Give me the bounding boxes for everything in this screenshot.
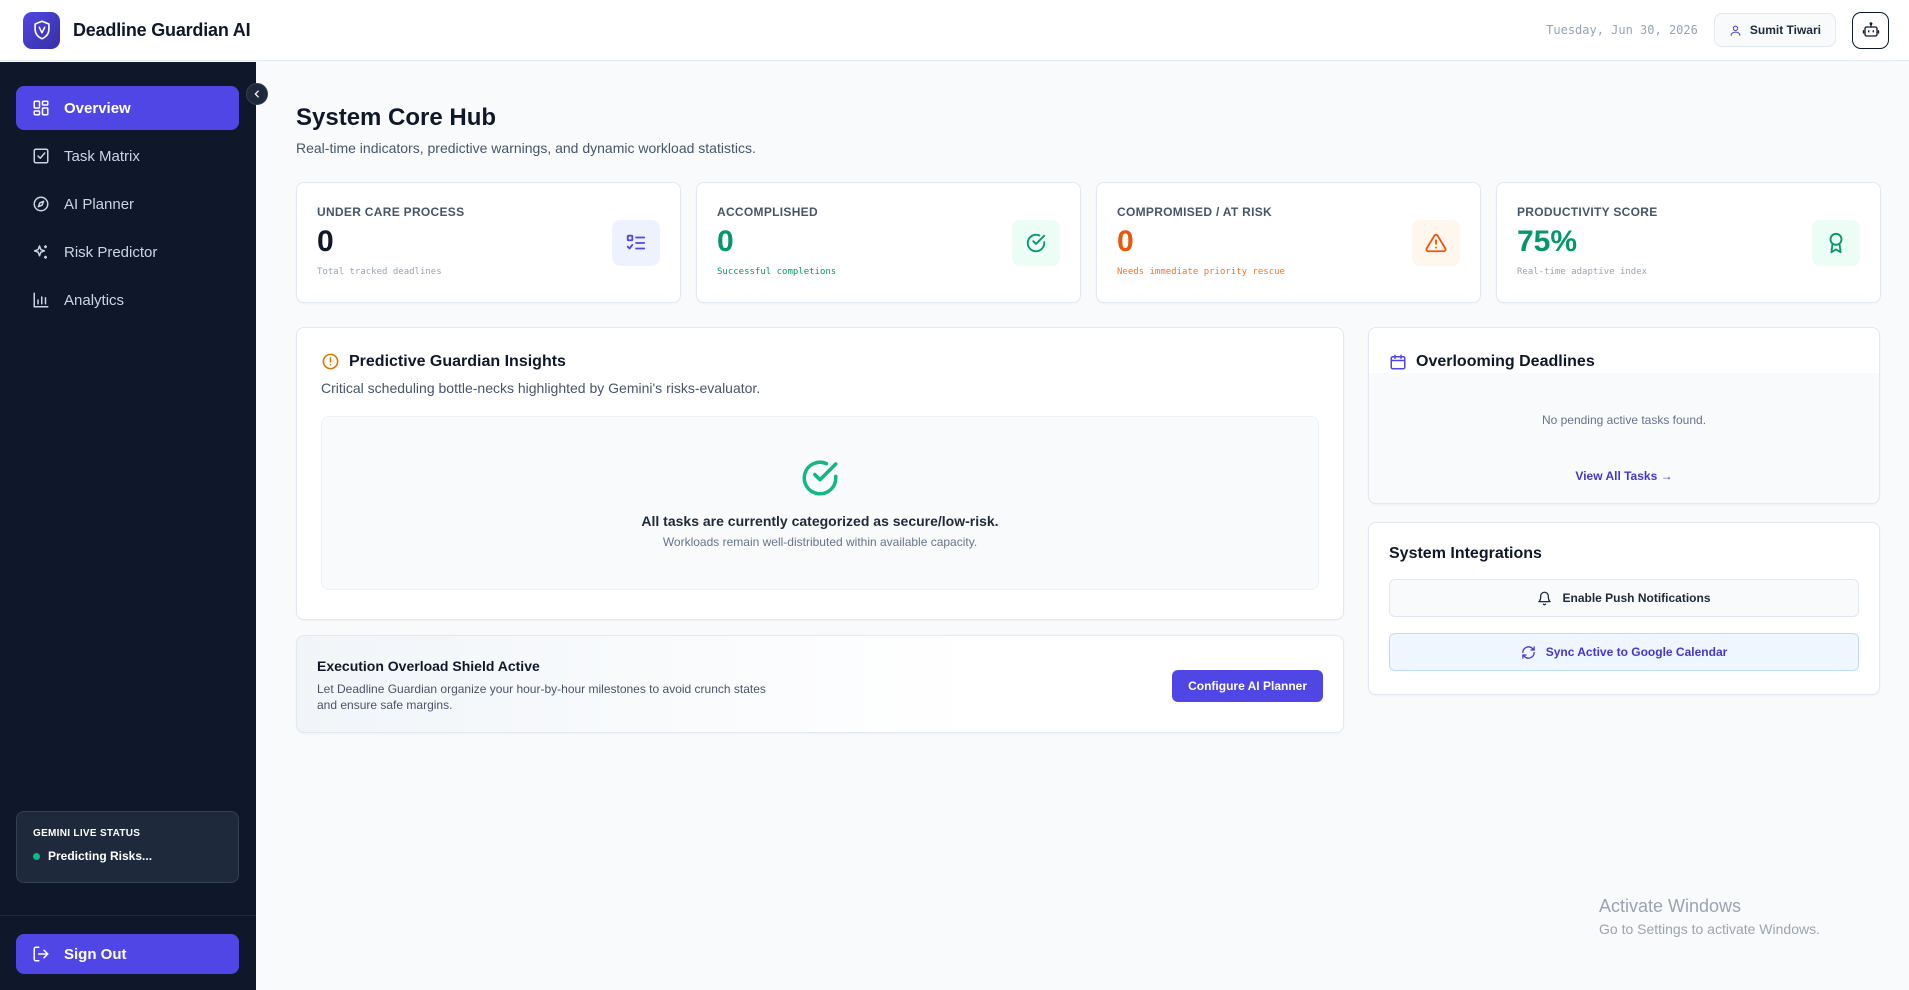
award-icon (1812, 220, 1860, 266)
overload-shield-banner: Execution Overload Shield Active Let Dea… (296, 635, 1344, 733)
stat-label: ACCOMPLISHED (717, 205, 818, 219)
status-title: GEMINI LIVE STATUS (33, 828, 141, 839)
stat-card-at-risk: COMPROMISED / AT RISK 0 Needs immediate … (1096, 182, 1481, 303)
sidebar-collapse-button[interactable] (246, 83, 268, 105)
stat-label: COMPROMISED / AT RISK (1117, 205, 1272, 219)
compass-icon (33, 196, 49, 212)
watermark-title: Activate Windows (1599, 896, 1742, 916)
status-dot-icon (33, 852, 40, 860)
user-menu-button[interactable]: Sumit Tiwari (1713, 13, 1836, 47)
ai-assistant-button[interactable] (1852, 11, 1889, 49)
sidebar-item-task-matrix[interactable]: Task Matrix (16, 134, 239, 178)
grid-icon (33, 100, 49, 116)
sidebar-nav: Overview Task Matrix AI Planner Risk Pre… (16, 86, 239, 326)
stat-card-productivity: PRODUCTIVITY SCORE 75% Real-time adaptiv… (1496, 182, 1881, 303)
view-all-tasks-link[interactable]: View All Tasks → (1369, 469, 1879, 483)
activate-windows-watermark: Activate Windows Go to Settings to activ… (1599, 896, 1820, 937)
stat-note: Real-time adaptive index (1517, 267, 1648, 277)
sidebar-item-analytics[interactable]: Analytics (16, 278, 239, 322)
stat-value: 0 (1117, 225, 1134, 258)
page-subtitle: Real-time indicators, predictive warning… (296, 140, 756, 156)
insights-title: Predictive Guardian Insights (349, 352, 566, 370)
insights-empty-desc: Workloads remain well-distributed within… (662, 535, 978, 549)
stat-card-accomplished: ACCOMPLISHED 0 Successful completions (696, 182, 1081, 303)
sync-label: Sync Active to Google Calendar (1545, 645, 1728, 659)
logout-icon (33, 946, 49, 962)
stat-label: PRODUCTIVITY SCORE (1517, 205, 1658, 219)
deadlines-title: Overlooming Deadlines (1416, 352, 1595, 370)
top-bar: Deadline Guardian AI Tuesday, Jun 30, 20… (0, 0, 1909, 61)
sidebar: Overview Task Matrix AI Planner Risk Pre… (0, 62, 256, 990)
refresh-icon (1521, 645, 1535, 659)
stat-card-under-care: UNDER CARE PROCESS 0 Total tracked deadl… (296, 182, 681, 303)
stat-value: 0 (717, 225, 734, 258)
watermark-subtitle: Go to Settings to activate Windows. (1599, 921, 1820, 937)
sign-out-button[interactable]: Sign Out (16, 934, 239, 974)
status-text: Predicting Risks... (48, 849, 153, 863)
sidebar-item-label: Risk Predictor (64, 243, 158, 261)
bot-icon (1862, 22, 1879, 37)
sparkles-icon (33, 245, 47, 259)
push-label: Enable Push Notifications (1562, 591, 1711, 605)
deadlines-empty-text: No pending active tasks found. (1541, 413, 1707, 427)
sign-out-label: Sign Out (64, 945, 127, 963)
shield-logo-icon (23, 11, 60, 49)
sidebar-item-overview[interactable]: Overview (16, 86, 239, 130)
sidebar-item-label: Task Matrix (64, 147, 140, 165)
shield-description: Let Deadline Guardian organize your hour… (317, 682, 766, 712)
list-check-icon (612, 220, 660, 266)
calendar-icon (1390, 354, 1406, 369)
user-icon (1730, 25, 1741, 36)
user-name: Sumit Tiwari (1749, 23, 1821, 37)
check-circle-icon (1012, 220, 1060, 266)
current-date: Tuesday, Jun 30, 2026 (1546, 23, 1698, 37)
checkbox-icon (33, 148, 49, 164)
insights-panel: Predictive Guardian Insights Critical sc… (296, 327, 1344, 620)
stat-note: Total tracked deadlines (317, 267, 442, 277)
stat-label: UNDER CARE PROCESS (317, 205, 465, 219)
stat-note: Successful completions (717, 267, 837, 277)
chevron-left-icon (254, 90, 259, 98)
stat-value: 0 (317, 225, 334, 258)
insights-empty-title: All tasks are currently categorized as s… (641, 513, 999, 529)
sidebar-item-ai-planner[interactable]: AI Planner (16, 182, 239, 226)
warning-icon (1412, 220, 1460, 266)
check-circle-icon (802, 460, 838, 496)
insights-subtitle: Critical scheduling bottle-necks highlig… (321, 380, 761, 396)
deadlines-panel: Overlooming Deadlines No pending active … (1368, 327, 1880, 504)
insights-empty-state: All tasks are currently categorized as s… (321, 416, 1319, 590)
bell-icon (1538, 591, 1552, 605)
sidebar-item-label: Overview (64, 99, 131, 117)
enable-push-notifications-button[interactable]: Enable Push Notifications (1389, 579, 1859, 617)
sync-google-calendar-button[interactable]: Sync Active to Google Calendar (1389, 633, 1859, 671)
app-title: Deadline Guardian AI (73, 19, 251, 40)
sidebar-item-label: Analytics (64, 291, 125, 309)
brand[interactable]: Deadline Guardian AI (23, 11, 251, 49)
page-title: System Core Hub (296, 104, 497, 131)
integrations-panel: System Integrations Enable Push Notifica… (1368, 522, 1880, 695)
sidebar-item-label: AI Planner (64, 195, 135, 213)
alert-circle-icon (322, 353, 339, 370)
stat-value: 75% (1517, 225, 1578, 258)
bar-chart-icon (33, 292, 49, 308)
sidebar-divider (0, 915, 256, 916)
configure-ai-planner-button[interactable]: Configure AI Planner (1172, 670, 1323, 702)
integrations-title: System Integrations (1389, 545, 1542, 562)
stat-note: Needs immediate priority rescue (1117, 267, 1285, 277)
sidebar-item-risk-predictor[interactable]: Risk Predictor (16, 230, 239, 274)
gemini-status-card: GEMINI LIVE STATUS Predicting Risks... (16, 811, 239, 883)
